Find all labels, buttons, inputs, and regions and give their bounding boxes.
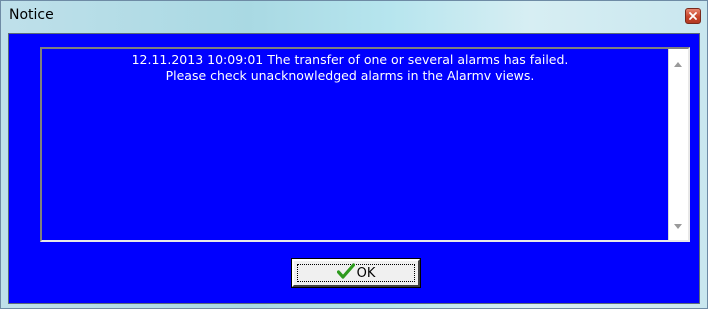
message-text: 12.11.2013 10:09:01 The transfer of one … xyxy=(42,52,658,84)
scroll-down-arrow-icon[interactable] xyxy=(674,224,682,229)
message-textbox[interactable]: 12.11.2013 10:09:01 The transfer of one … xyxy=(40,47,690,242)
message-line-2: Please check unacknowledged alarms in th… xyxy=(165,68,535,83)
ok-label: OK xyxy=(356,265,376,281)
ok-button[interactable]: OK xyxy=(291,258,421,288)
checkmark-icon xyxy=(336,263,355,283)
dialog-client-area: 12.11.2013 10:09:01 The transfer of one … xyxy=(8,33,700,304)
scroll-up-arrow-icon[interactable] xyxy=(674,62,682,67)
close-icon xyxy=(689,12,697,20)
message-line-1: 12.11.2013 10:09:01 The transfer of one … xyxy=(131,52,569,67)
window-title: Notice xyxy=(9,7,54,23)
vertical-scrollbar[interactable] xyxy=(668,49,688,240)
title-bar[interactable]: Notice xyxy=(1,1,707,31)
notice-dialog: Notice 12.11.2013 10:09:01 The transfer … xyxy=(0,0,708,309)
close-button[interactable] xyxy=(685,8,701,24)
